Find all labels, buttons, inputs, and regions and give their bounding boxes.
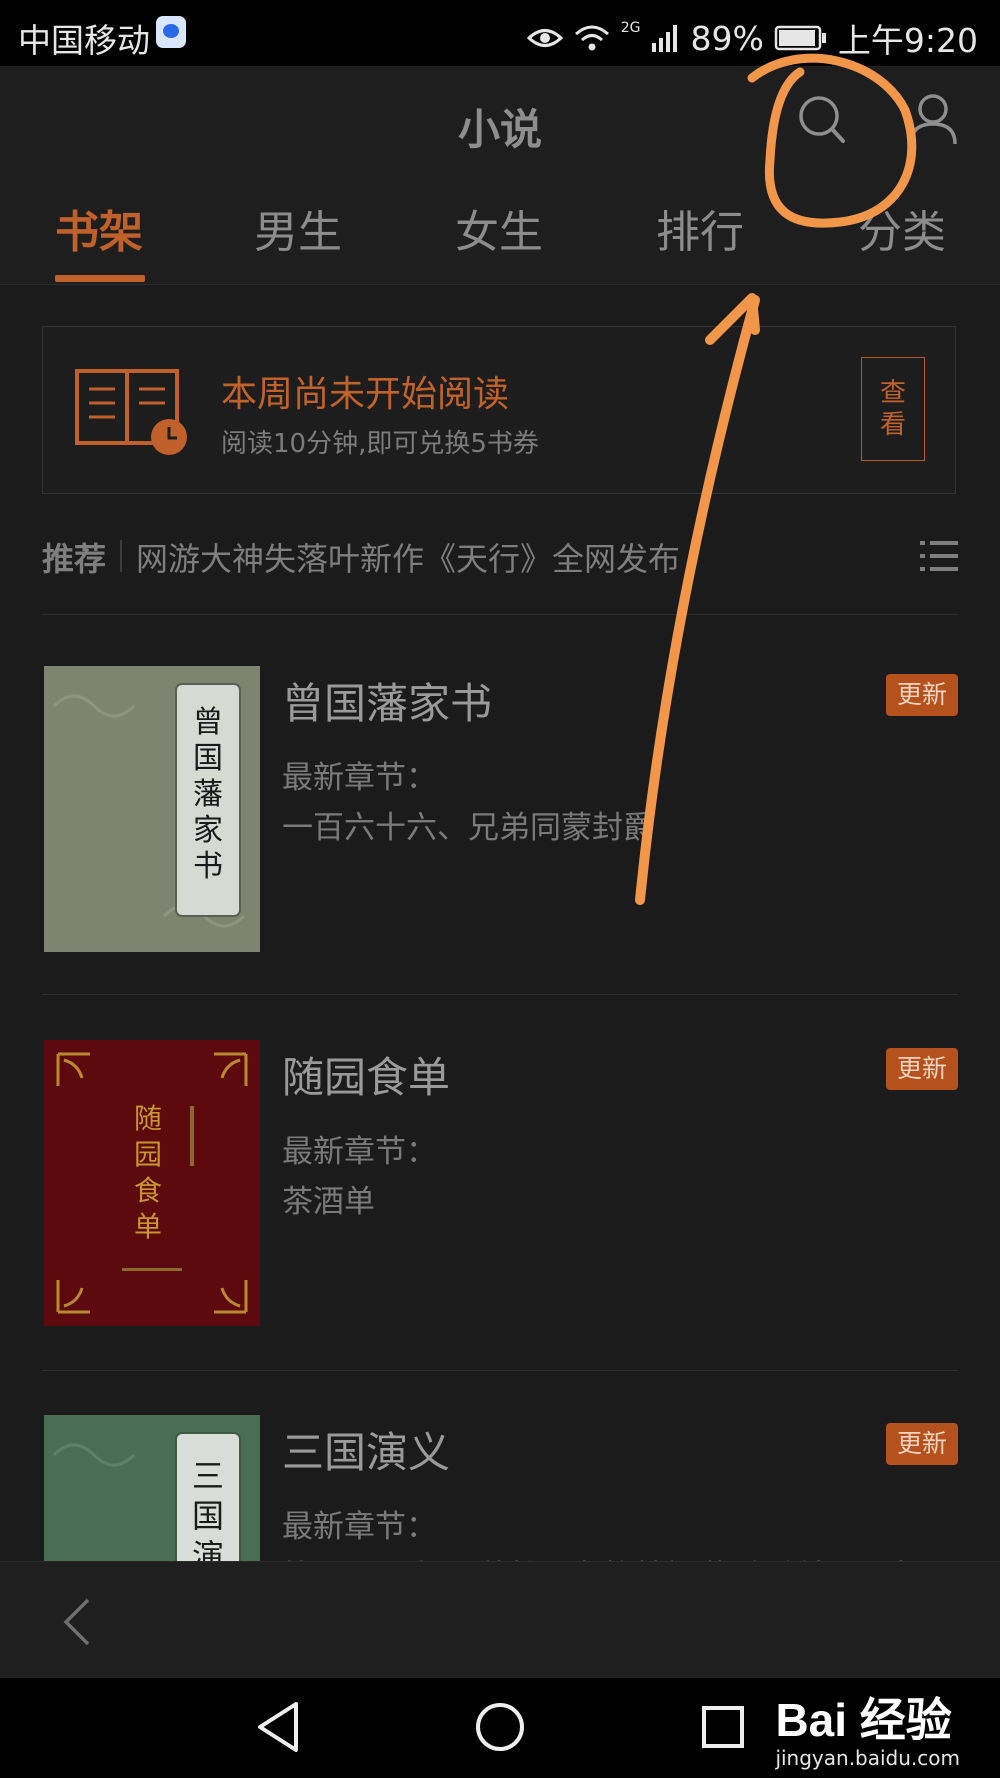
svg-text:家: 家 xyxy=(193,813,223,848)
svg-text:园: 园 xyxy=(134,1138,162,1171)
tab-bookshelf[interactable]: 书架 xyxy=(55,196,143,260)
reading-card-title: 本周尚未开始阅读 xyxy=(221,374,510,415)
clock: 上午9:20 xyxy=(837,21,978,60)
recommend-text[interactable]: 网游大神失落叶新作《天行》全网发布 xyxy=(136,534,680,580)
recommendation-bar[interactable]: 推荐 网游大神失落叶新作《天行》全网发布 xyxy=(42,534,958,580)
svg-text:国: 国 xyxy=(192,1497,224,1535)
list-menu-icon[interactable] xyxy=(920,538,958,574)
book-title[interactable]: 随园食单 xyxy=(282,1044,450,1105)
system-nav-bar: Bai 经验 jingyan.baidu.com xyxy=(0,1678,1000,1778)
svg-text:国: 国 xyxy=(193,741,223,776)
active-tab-indicator xyxy=(55,275,145,282)
nav-home-icon[interactable] xyxy=(474,1700,526,1754)
svg-text:三: 三 xyxy=(192,1457,224,1495)
view-button-label: 查看 xyxy=(879,378,906,440)
book-cover[interactable]: 随 园 食 单 xyxy=(44,1040,260,1326)
divider xyxy=(42,1370,958,1371)
tab-male[interactable]: 男生 xyxy=(254,196,342,260)
tab-female[interactable]: 女生 xyxy=(455,196,543,260)
book-title[interactable]: 三国演义 xyxy=(282,1419,450,1480)
tab-bar: 书架 男生 女生 排行 分类 xyxy=(0,196,1000,276)
svg-text:书: 书 xyxy=(193,849,223,884)
svg-text:食: 食 xyxy=(134,1174,162,1207)
battery-percent: 89% xyxy=(690,18,764,58)
view-button[interactable]: 查看 xyxy=(861,357,925,461)
svg-text:单: 单 xyxy=(134,1210,162,1243)
svg-text:随: 随 xyxy=(134,1102,162,1135)
book-title[interactable]: 曾国藩家书 xyxy=(282,670,492,731)
baidu-jingyan-watermark: Bai 经验 jingyan.baidu.com xyxy=(775,1684,960,1770)
divider xyxy=(42,614,958,615)
book-item[interactable]: 三 国 演 三国演义 最新章节： 第一百二十回 荐杜预老将献新谋 降孙皓三分归 … xyxy=(42,1415,958,1561)
latest-chapter: 茶酒单 xyxy=(282,1184,375,1220)
watermark-logo: Bai 经验 xyxy=(775,1694,952,1746)
latest-chapter: 一百六十六、兄弟同蒙封爵 xyxy=(282,810,654,846)
network-type: 2G xyxy=(620,20,641,36)
update-badge: 更新 xyxy=(886,674,958,716)
nav-recents-icon[interactable] xyxy=(700,1700,746,1754)
book-item[interactable]: 曾 国 藩 家 书 曾国藩家书 最新章节： 一百六十六、兄弟同蒙封爵 更新 xyxy=(42,666,958,966)
book-item[interactable]: 随 园 食 单 随园食单 最新章节： 茶酒单 更新 xyxy=(42,1040,958,1340)
weekly-reading-card[interactable]: 本周尚未开始阅读 阅读10分钟,即可兑换5书券 查看 xyxy=(42,326,956,494)
page-title: 小说 xyxy=(457,105,542,154)
back-chevron-icon[interactable] xyxy=(62,1598,92,1646)
update-badge: 更新 xyxy=(886,1423,958,1465)
latest-chapter-label: 最新章节： xyxy=(282,1509,437,1545)
user-icon[interactable] xyxy=(908,92,958,146)
tab-ranking[interactable]: 排行 xyxy=(656,196,744,260)
tab-category[interactable]: 分类 xyxy=(858,196,946,260)
open-book-icon xyxy=(75,369,187,455)
book-cover[interactable]: 曾 国 藩 家 书 xyxy=(44,666,260,952)
svg-text:藩: 藩 xyxy=(193,777,223,812)
divider xyxy=(42,994,958,995)
carrier-name: 中国移动 xyxy=(18,21,150,60)
svg-text:演: 演 xyxy=(192,1537,224,1561)
wifi-icon xyxy=(574,25,609,51)
book-cover[interactable]: 三 国 演 xyxy=(44,1415,260,1561)
signal-icon xyxy=(651,25,677,52)
nav-back-icon[interactable] xyxy=(254,1700,302,1754)
baidu-app-icon xyxy=(156,16,186,48)
latest-chapter-label: 最新章节： xyxy=(282,1134,437,1170)
svg-text:曾: 曾 xyxy=(193,705,223,740)
battery-icon xyxy=(774,25,826,51)
reading-card-subtitle: 阅读10分钟,即可兑换5书券 xyxy=(221,429,539,459)
watermark-url: jingyan.baidu.com xyxy=(775,1746,960,1770)
status-bar: 中国移动 2G 89% 上午9:20 xyxy=(0,0,1000,66)
update-badge: 更新 xyxy=(886,1048,958,1090)
recommend-label: 推荐 xyxy=(42,540,107,578)
recommend-separator xyxy=(120,540,122,572)
latest-chapter: 第一百二十回 荐杜预老将献新谋 降孙皓三分归 xyxy=(282,1551,922,1561)
latest-chapter-label: 最新章节： xyxy=(282,760,437,796)
search-icon[interactable] xyxy=(797,94,847,146)
eye-icon xyxy=(526,29,563,47)
bottom-toolbar xyxy=(0,1561,1000,1679)
